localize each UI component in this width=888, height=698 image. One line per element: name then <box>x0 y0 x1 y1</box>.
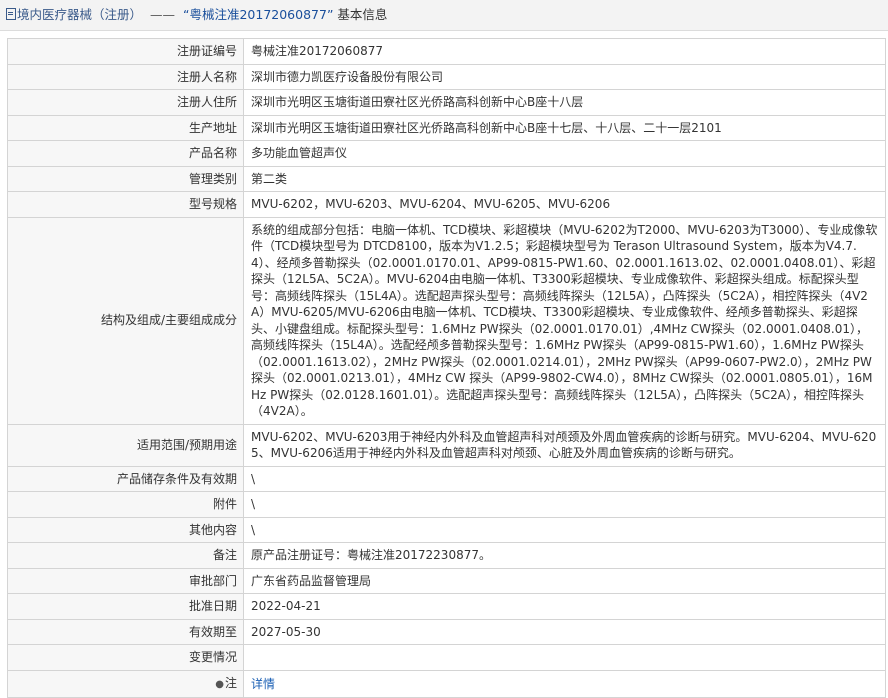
field-label: 其他内容 <box>7 516 244 543</box>
field-value: 深圳市光明区玉塘街道田寮社区光侨路高科创新中心B座十七层、十八层、二十一层210… <box>243 114 886 141</box>
field-value: MVU-6202、MVU-6203用于神经内外科及血管超声科对颅颈及外周血管疾病… <box>243 423 886 467</box>
field-value <box>243 644 886 671</box>
row-other-content: 其他内容 \ <box>7 516 886 543</box>
field-value: 第二类 <box>243 165 886 192</box>
field-label: 备注 <box>7 542 244 569</box>
field-label: 生产地址 <box>7 114 244 141</box>
row-remarks: 备注 原产品注册证号：粤械注准20172230877。 <box>7 542 886 569</box>
field-label: 产品名称 <box>7 140 244 167</box>
field-value: 广东省药品监督管理局 <box>243 567 886 594</box>
field-label: 管理类别 <box>7 165 244 192</box>
field-value: 原产品注册证号：粤械注准20172230877。 <box>243 542 886 569</box>
field-value: \ <box>243 465 886 492</box>
registration-info-table: 注册证编号 粤械注准20172060877 注册人名称 深圳市德力凯医疗设备股份… <box>7 38 886 698</box>
field-value: 粤械注准20172060877 <box>243 38 886 65</box>
note-label: 注 <box>224 675 237 690</box>
row-model-spec: 型号规格 MVU-6202，MVU-6203、MVU-6204、MVU-6205… <box>7 191 886 218</box>
field-label: 注册证编号 <box>7 38 244 65</box>
field-value: 深圳市德力凯医疗设备股份有限公司 <box>243 63 886 90</box>
row-approval-department: 审批部门 广东省药品监督管理局 <box>7 567 886 594</box>
field-value: 多功能血管超声仪 <box>243 140 886 167</box>
pin-icon: ● <box>215 678 224 690</box>
row-storage-conditions: 产品储存条件及有效期 \ <box>7 465 886 492</box>
row-registration-number: 注册证编号 粤械注准20172060877 <box>7 38 886 65</box>
field-label: 型号规格 <box>7 191 244 218</box>
field-label: 变更情况 <box>7 644 244 671</box>
row-product-name: 产品名称 多功能血管超声仪 <box>7 140 886 167</box>
field-value: 系统的组成部分包括：电脑一体机、TCD模块、彩超模块（MVU-6202为T200… <box>243 216 886 425</box>
row-registrant-address: 注册人住所 深圳市光明区玉塘街道田寮社区光侨路高科创新中心B座十八层 <box>7 89 886 116</box>
field-value: MVU-6202，MVU-6203、MVU-6204、MVU-6205、MVU-… <box>243 191 886 218</box>
page-title: “粤械注准20172060877” <box>182 7 334 22</box>
breadcrumb-category[interactable]: 境内医疗器械（注册） <box>17 7 142 22</box>
field-label: 审批部门 <box>7 567 244 594</box>
row-valid-until: 有效期至 2027-05-30 <box>7 618 886 645</box>
field-label: 批准日期 <box>7 593 244 620</box>
field-label: 附件 <box>7 491 244 518</box>
row-management-category: 管理类别 第二类 <box>7 165 886 192</box>
field-value: 2022-04-21 <box>243 593 886 620</box>
field-label: 产品储存条件及有效期 <box>7 465 244 492</box>
field-label: 注册人名称 <box>7 63 244 90</box>
row-intended-use: 适用范围/预期用途 MVU-6202、MVU-6203用于神经内外科及血管超声科… <box>7 423 886 467</box>
field-label: 适用范围/预期用途 <box>7 423 244 467</box>
field-value: 深圳市光明区玉塘街道田寮社区光侨路高科创新中心B座十八层 <box>243 89 886 116</box>
field-value: 2027-05-30 <box>243 618 886 645</box>
page-header: 境内医疗器械（注册） —— “粤械注准20172060877” 基本信息 <box>0 0 888 31</box>
row-registrant-name: 注册人名称 深圳市德力凯医疗设备股份有限公司 <box>7 63 886 90</box>
field-value: \ <box>243 491 886 518</box>
page-title-suffix: 基本信息 <box>337 7 388 22</box>
row-approval-date: 批准日期 2022-04-21 <box>7 593 886 620</box>
document-icon <box>6 8 16 20</box>
field-label: 注册人住所 <box>7 89 244 116</box>
field-value: \ <box>243 516 886 543</box>
row-change-history: 变更情况 <box>7 644 886 671</box>
row-structure-composition: 结构及组成/主要组成成分 系统的组成部分包括：电脑一体机、TCD模块、彩超模块（… <box>7 216 886 425</box>
breadcrumb-separator: —— <box>150 7 175 22</box>
field-label: 结构及组成/主要组成成分 <box>7 216 244 425</box>
field-label: 有效期至 <box>7 618 244 645</box>
row-attachments: 附件 \ <box>7 491 886 518</box>
row-production-address: 生产地址 深圳市光明区玉塘街道田寮社区光侨路高科创新中心B座十七层、十八层、二十… <box>7 114 886 141</box>
